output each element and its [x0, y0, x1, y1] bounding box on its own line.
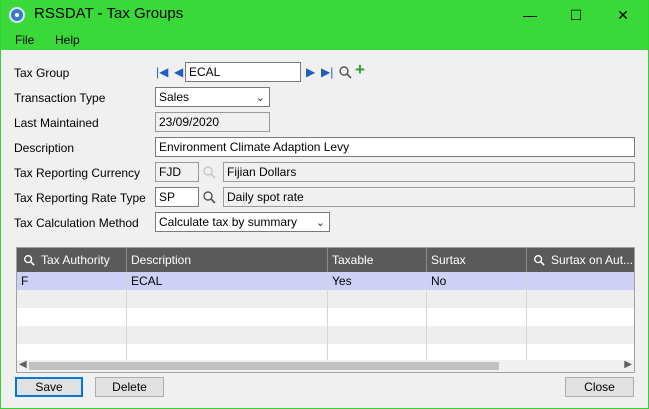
- empty-cell: [427, 290, 527, 308]
- empty-cell: [127, 308, 328, 326]
- column-surtax-on-authority-label: Surtax on Aut...: [551, 253, 634, 267]
- chevron-down-icon: ⌄: [255, 92, 265, 104]
- empty-cell: [127, 326, 328, 344]
- last-maintained-field: 23/09/2020: [155, 112, 270, 132]
- rate-type-search-icon[interactable]: [202, 190, 216, 204]
- chevron-down-icon: ⌄: [315, 217, 325, 229]
- reporting-rate-type-label: Tax Reporting Rate Type: [14, 191, 146, 205]
- empty-cell: [328, 326, 427, 344]
- description-input[interactable]: Environment Climate Adaption Levy: [155, 137, 635, 157]
- scrollbar-thumb[interactable]: [29, 362, 499, 370]
- grid-header: Tax Authority Description Taxable Surtax…: [17, 248, 634, 272]
- column-taxable[interactable]: Taxable: [328, 248, 427, 272]
- currency-search-icon: [203, 166, 216, 179]
- calculation-method-value: Calculate tax by summary: [159, 215, 298, 229]
- empty-cell: [427, 326, 527, 344]
- delete-button[interactable]: Delete: [95, 377, 164, 397]
- table-row-empty[interactable]: [17, 344, 634, 362]
- menu-file[interactable]: File: [15, 33, 34, 47]
- reporting-currency-code: FJD: [155, 162, 199, 182]
- table-row-empty[interactable]: [17, 290, 634, 308]
- cell-surtax[interactable]: No: [427, 272, 527, 290]
- calculation-method-label: Tax Calculation Method: [14, 216, 139, 230]
- tax-authorities-grid[interactable]: Tax Authority Description Taxable Surtax…: [16, 247, 635, 373]
- reporting-currency-label: Tax Reporting Currency: [14, 166, 141, 180]
- reporting-currency-name: Fijian Dollars: [223, 162, 635, 182]
- add-icon[interactable]: +: [355, 60, 365, 80]
- window-title: RSSDAT - Tax Groups: [34, 5, 184, 22]
- search-icon[interactable]: [533, 254, 545, 266]
- table-row-empty[interactable]: [17, 326, 634, 344]
- empty-cell: [427, 308, 527, 326]
- transaction-type-select[interactable]: Sales ⌄: [155, 87, 270, 107]
- tax-groups-window: RSSDAT - Tax Groups — ☐ ✕ File Help Tax …: [1, 0, 648, 408]
- last-record-icon[interactable]: ▶|: [321, 64, 333, 80]
- first-record-icon[interactable]: |◀: [156, 64, 168, 80]
- tax-group-label: Tax Group: [14, 66, 70, 80]
- previous-record-icon[interactable]: ◀: [174, 64, 183, 80]
- search-icon[interactable]: [338, 65, 352, 79]
- column-tax-authority-label: Tax Authority: [41, 253, 110, 267]
- close-window-button[interactable]: ✕: [600, 0, 646, 30]
- tax-group-input[interactable]: ECAL: [185, 62, 301, 82]
- transaction-type-value: Sales: [159, 90, 190, 104]
- scroll-right-icon[interactable]: ▶: [624, 359, 632, 370]
- table-row[interactable]: F ECAL Yes No: [17, 272, 634, 290]
- menu-help[interactable]: Help: [55, 33, 80, 47]
- last-maintained-label: Last Maintained: [14, 116, 99, 130]
- cell-surtax-on-authority[interactable]: [527, 272, 634, 290]
- column-surtax-on-authority[interactable]: Surtax on Aut...: [527, 248, 634, 272]
- maximize-button[interactable]: ☐: [553, 0, 599, 30]
- empty-cell: [127, 290, 328, 308]
- table-row-empty[interactable]: [17, 308, 634, 326]
- column-surtax[interactable]: Surtax: [427, 248, 527, 272]
- horizontal-scrollbar[interactable]: ◀ ▶: [17, 359, 634, 372]
- save-button[interactable]: Save: [15, 377, 83, 397]
- cell-tax-authority[interactable]: F: [17, 272, 127, 290]
- title-bar: RSSDAT - Tax Groups — ☐ ✕: [1, 0, 648, 30]
- next-record-icon[interactable]: ▶: [306, 64, 315, 80]
- close-button[interactable]: Close: [565, 377, 634, 397]
- cell-description[interactable]: ECAL: [127, 272, 328, 290]
- scroll-left-icon[interactable]: ◀: [19, 359, 27, 370]
- empty-cell: [328, 290, 427, 308]
- search-icon[interactable]: [23, 254, 35, 266]
- minimize-button[interactable]: —: [507, 0, 553, 30]
- column-tax-authority[interactable]: Tax Authority: [17, 248, 127, 272]
- calculation-method-select[interactable]: Calculate tax by summary ⌄: [155, 212, 330, 232]
- column-description[interactable]: Description: [127, 248, 328, 272]
- app-icon: [9, 7, 25, 23]
- transaction-type-label: Transaction Type: [14, 91, 106, 105]
- cell-taxable[interactable]: Yes: [328, 272, 427, 290]
- menu-bar: File Help: [1, 30, 648, 50]
- rate-type-input[interactable]: SP: [155, 187, 199, 207]
- description-label: Description: [14, 141, 75, 155]
- rate-type-name: Daily spot rate: [223, 187, 635, 207]
- empty-cell: [17, 290, 127, 308]
- empty-cell: [328, 308, 427, 326]
- empty-cell: [17, 326, 127, 344]
- empty-cell: [17, 308, 127, 326]
